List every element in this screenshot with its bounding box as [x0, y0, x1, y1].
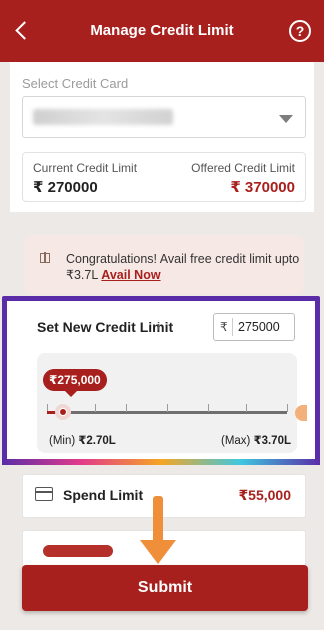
limit-amount-field[interactable]: ₹: [213, 313, 295, 341]
select-card-label: Select Credit Card: [22, 76, 129, 91]
slider-tick: [207, 404, 209, 412]
masked-card-number: [33, 109, 173, 125]
spend-limit-value: ₹55,000: [238, 487, 291, 503]
gift-icon: [40, 252, 50, 263]
chevron-down-icon[interactable]: [279, 115, 293, 123]
app-header: Manage Credit Limit ?: [0, 0, 324, 62]
promo-banner: Congratulations! Avail free credit limit…: [24, 235, 304, 295]
max-prefix: (Max): [220, 435, 254, 447]
avail-now-link[interactable]: Avail Now: [101, 268, 160, 282]
max-limit-label: (Max) ₹3.70L: [221, 433, 291, 447]
spend-limit-label: Spend Limit: [63, 487, 144, 503]
rupee-prefix: ₹: [220, 320, 228, 334]
min-prefix: (Min): [49, 435, 79, 447]
min-limit-label: (Min) ₹2.70L: [49, 433, 116, 447]
slider-tick: [287, 404, 288, 412]
arrow-head: [140, 540, 176, 564]
slider-tick: [167, 404, 168, 412]
arrow-shaft: [153, 496, 163, 544]
slider-tick: [126, 404, 128, 412]
offered-limit-label: Offered Credit Limit: [191, 161, 295, 175]
help-icon[interactable]: ?: [289, 20, 311, 42]
slider-track[interactable]: [47, 404, 288, 420]
pointer-arrow-icon: [140, 496, 176, 568]
scroll-hint-marker: [295, 405, 307, 421]
promo-section: Congratulations! Avail free credit limit…: [10, 225, 314, 295]
current-limit-value: ₹ 270000: [33, 179, 98, 196]
max-value: ₹3.70L: [253, 435, 291, 447]
page-title: Manage Credit Limit: [90, 22, 234, 39]
submit-button[interactable]: Submit: [22, 565, 308, 611]
slider-tick: [246, 404, 248, 412]
limit-slider: ₹275,000 (Min) ₹2.70L (Max) ₹3.70L: [37, 353, 307, 453]
credit-card-select[interactable]: [22, 96, 306, 138]
set-limit-title: Set New Credit Limit: [37, 319, 174, 335]
slider-thumb[interactable]: [55, 404, 71, 420]
credit-card-panel: Select Credit Card Current Credit Limit …: [10, 62, 314, 212]
promo-text: Congratulations! Avail free credit limit…: [66, 251, 306, 283]
slider-tick: [95, 404, 96, 412]
slider-value-bubble: ₹275,000: [43, 369, 107, 397]
credit-card-icon: [35, 487, 53, 501]
offered-limit-value: ₹ 370000: [230, 179, 295, 196]
min-value: ₹2.70L: [78, 435, 116, 447]
credit-limit-summary: Current Credit Limit ₹ 270000 Offered Cr…: [22, 152, 306, 202]
info-icon[interactable]: i: [157, 321, 160, 333]
current-limit-label: Current Credit Limit: [33, 161, 138, 175]
set-limit-card: Set New Credit Limit i ₹ ₹275,000 (Min) …: [2, 296, 320, 465]
hidden-chip: [43, 545, 113, 557]
limit-amount-input[interactable]: [232, 318, 290, 336]
